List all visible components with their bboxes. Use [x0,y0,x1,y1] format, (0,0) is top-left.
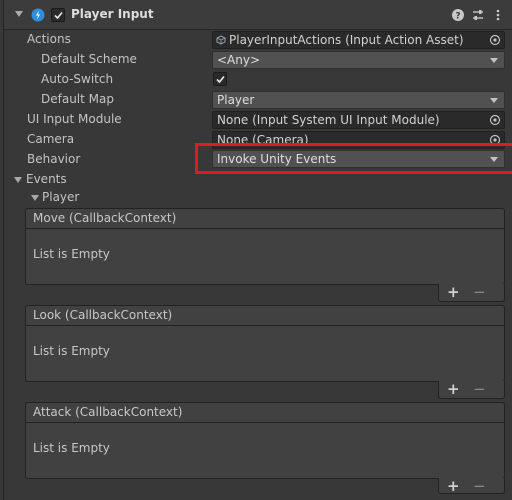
default-scheme-label: Default Scheme [41,52,137,66]
checkmark-icon [216,75,225,84]
ui-input-module-label: UI Input Module [27,112,122,126]
empty-list-label: List is Empty [33,247,110,261]
auto-switch-checkbox[interactable] [213,72,227,86]
player-input-icon [31,8,45,22]
event-title: Attack (CallbackContext) [25,402,505,422]
ui-input-module-field[interactable]: None (Input System UI Input Module) [212,111,505,129]
remove-event-button[interactable]: − [473,478,486,494]
component-enabled-checkbox[interactable] [51,8,65,22]
default-scheme-value: <Any> [217,53,261,67]
actions-label: Actions [27,32,71,46]
auto-switch-label: Auto-Switch [41,72,114,86]
object-picker-icon[interactable] [489,134,501,146]
events-foldout-arrow-icon[interactable] [14,177,22,183]
list-footer: + − [438,381,505,399]
default-map-label: Default Map [41,92,114,106]
behavior-value: Invoke Unity Events [217,152,337,166]
empty-list-label: List is Empty [33,344,110,358]
player-group-label[interactable]: Player [42,190,79,204]
preset-icon[interactable] [471,8,485,22]
foldout-arrow-icon[interactable] [15,11,23,17]
default-scheme-dropdown[interactable]: <Any> [212,51,505,69]
behavior-dropdown[interactable]: Invoke Unity Events [212,150,505,168]
remove-event-button[interactable]: − [473,381,486,397]
dropdown-arrow-icon [490,58,498,63]
object-picker-icon[interactable] [489,34,501,46]
player-foldout-arrow-icon[interactable] [31,195,39,201]
inspector-edge [3,0,4,500]
event-attack: Attack (CallbackContext) List is Empty +… [25,402,505,494]
component-header[interactable]: Player Input ? [4,0,512,30]
input-action-asset-icon [216,35,226,45]
camera-label: Camera [27,132,75,146]
events-label[interactable]: Events [26,172,67,186]
help-icon[interactable]: ? [451,8,465,22]
actions-value: PlayerInputActions (Input Action Asset) [229,33,464,47]
event-list: List is Empty [25,422,505,479]
event-title: Move (CallbackContext) [25,208,505,228]
event-move: Move (CallbackContext) List is Empty + − [25,208,505,302]
svg-text:?: ? [455,12,460,22]
event-title: Look (CallbackContext) [25,305,505,325]
event-list: List is Empty [25,228,505,285]
add-event-button[interactable]: + [447,284,460,300]
actions-field[interactable]: PlayerInputActions (Input Action Asset) [212,31,505,49]
add-event-button[interactable]: + [447,381,460,397]
empty-list-label: List is Empty [33,441,110,455]
event-look: Look (CallbackContext) List is Empty + − [25,305,505,399]
more-options-icon[interactable] [491,8,505,22]
camera-value: None (Camera) [217,133,309,147]
behavior-label: Behavior [27,152,81,166]
component-title: Player Input [71,7,154,21]
default-map-dropdown[interactable]: Player [212,91,505,109]
default-map-value: Player [217,93,255,107]
object-picker-icon[interactable] [489,114,501,126]
list-footer: + − [438,284,505,302]
dropdown-arrow-icon [490,98,498,103]
remove-event-button[interactable]: − [473,284,486,300]
ui-input-module-value: None (Input System UI Input Module) [217,113,440,127]
event-list: List is Empty [25,325,505,382]
add-event-button[interactable]: + [447,478,460,494]
dropdown-arrow-icon [490,157,498,162]
list-footer: + − [438,478,505,494]
camera-field[interactable]: None (Camera) [212,131,505,149]
